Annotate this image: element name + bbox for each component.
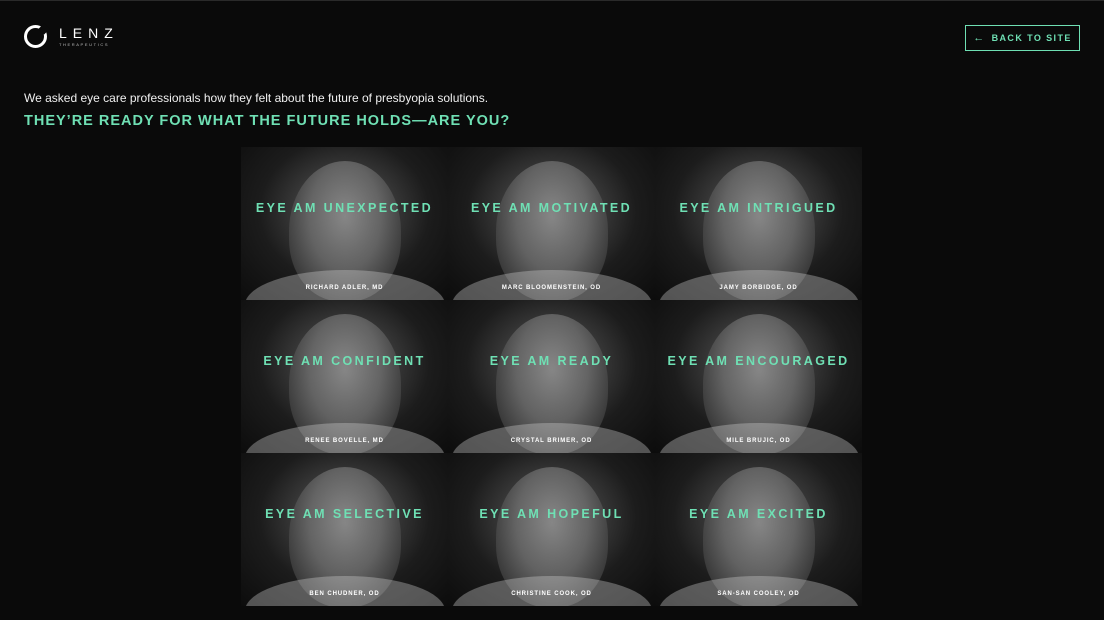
tile-title: EYE AM READY (489, 354, 614, 368)
tile-name: CRYSTAL BRIMER, OD (510, 438, 593, 444)
back-to-site-button[interactable]: ← BACK TO SITE (965, 25, 1080, 51)
tile-name: JAMY BORBIDGE, OD (719, 285, 798, 291)
portrait-tile[interactable]: EYE AM READY CRYSTAL BRIMER, OD (448, 300, 655, 453)
portrait-tile[interactable]: EYE AM MOTIVATED MARC BLOOMENSTEIN, OD (448, 147, 655, 300)
back-to-site-label: BACK TO SITE (991, 33, 1072, 43)
intro-text: We asked eye care professionals how they… (24, 91, 489, 105)
portrait-tile[interactable]: EYE AM UNEXPECTED RICHARD ADLER, MD (241, 147, 448, 300)
brand-subtitle: THERAPEUTICS (59, 42, 110, 47)
logo-wordmark: LENZ THERAPEUTICS (59, 26, 119, 47)
brand-name: LENZ (59, 25, 119, 41)
tile-title: EYE AM UNEXPECTED (255, 201, 434, 215)
arrow-left-icon: ← (973, 32, 986, 44)
tile-name: MARC BLOOMENSTEIN, OD (501, 285, 602, 291)
portrait-grid: EYE AM UNEXPECTED RICHARD ADLER, MD EYE … (241, 147, 862, 606)
tile-name: RENEE BOVELLE, MD (305, 438, 384, 444)
tile-title: EYE AM CONFIDENT (263, 354, 426, 368)
tile-name: RICHARD ADLER, MD (305, 285, 384, 291)
tile-name: SAN-SAN COOLEY, OD (717, 591, 800, 597)
page: LENZ THERAPEUTICS ← BACK TO SITE We aske… (0, 0, 1104, 620)
page-headline: THEY’RE READY FOR WHAT THE FUTURE HOLDS—… (24, 113, 511, 129)
tile-title: EYE AM EXCITED (689, 507, 828, 521)
portrait-tile[interactable]: EYE AM ENCOURAGED MILE BRUJIC, OD (655, 300, 862, 453)
logo-ring-icon (24, 25, 47, 48)
tile-name: BEN CHUDNER, OD (309, 591, 380, 597)
tile-title: EYE AM HOPEFUL (479, 507, 624, 521)
tile-title: EYE AM INTRIGUED (679, 201, 838, 215)
portrait-tile[interactable]: EYE AM CONFIDENT RENEE BOVELLE, MD (241, 300, 448, 453)
tile-title: EYE AM ENCOURAGED (667, 354, 850, 368)
lenz-logo[interactable]: LENZ THERAPEUTICS (24, 25, 119, 48)
tile-name: CHRISTINE COOK, OD (511, 591, 592, 597)
portrait-tile[interactable]: EYE AM SELECTIVE BEN CHUDNER, OD (241, 453, 448, 606)
tile-title: EYE AM SELECTIVE (265, 507, 424, 521)
tile-title: EYE AM MOTIVATED (470, 201, 633, 215)
tile-name: MILE BRUJIC, OD (726, 438, 791, 444)
portrait-tile[interactable]: EYE AM HOPEFUL CHRISTINE COOK, OD (448, 453, 655, 606)
portrait-tile[interactable]: EYE AM INTRIGUED JAMY BORBIDGE, OD (655, 147, 862, 300)
portrait-tile[interactable]: EYE AM EXCITED SAN-SAN COOLEY, OD (655, 453, 862, 606)
